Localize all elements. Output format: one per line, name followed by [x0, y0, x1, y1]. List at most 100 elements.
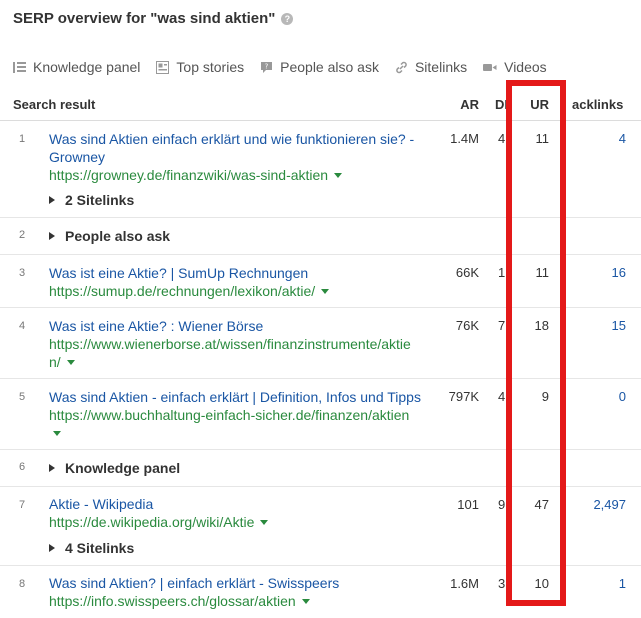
- svg-text:?: ?: [265, 62, 269, 70]
- result-url-text[interactable]: https://de.wikipedia.org/wiki/Aktie: [49, 514, 254, 530]
- triangle-right-icon: [49, 196, 55, 204]
- feature-label: Sitelinks: [414, 59, 468, 75]
- list-icon: [13, 61, 26, 73]
- result-url[interactable]: https://growney.de/finanzwiki/was-sind-a…: [49, 166, 429, 184]
- expand-label: 2 Sitelinks: [65, 192, 135, 208]
- result-url[interactable]: https://de.wikipedia.org/wiki/Aktie: [49, 513, 429, 531]
- cell-ur: 11: [535, 265, 550, 280]
- result-url[interactable]: https://sumup.de/rechnungen/lexikon/akti…: [49, 282, 429, 300]
- expand-label: 4 Sitelinks: [65, 540, 135, 556]
- header-ur[interactable]: UR: [530, 97, 549, 112]
- expand-label: Knowledge panel: [65, 460, 181, 476]
- caret-down-icon[interactable]: [66, 360, 75, 365]
- caret-down-icon[interactable]: [260, 520, 269, 525]
- page-title: SERP overview for "was sind aktien"?: [13, 10, 294, 27]
- cell-ur: 47: [534, 497, 549, 512]
- header-dr[interactable]: DR: [495, 97, 506, 112]
- result-title-link[interactable]: Was sind Aktien einfach erklärt und wie …: [49, 130, 429, 166]
- cell-ur: 10: [534, 576, 549, 591]
- newspaper-icon: [156, 60, 170, 74]
- table-row: 3 Was ist eine Aktie? | SumUp Rechnungen…: [0, 255, 641, 308]
- result-url[interactable]: https://www.wienerborse.at/wissen/finanz…: [49, 335, 421, 371]
- result-url[interactable]: https://www.buchhaltung-einfach-sicher.d…: [49, 406, 429, 442]
- cell-ar: 797K: [448, 389, 479, 404]
- serp-features-bar: Knowledge panel Top stories ? People als…: [13, 58, 563, 76]
- link-icon: [396, 61, 407, 73]
- row-number: 5: [19, 391, 26, 403]
- cell-ur: 9: [541, 389, 549, 404]
- cell-backlinks[interactable]: 2,497: [593, 497, 626, 512]
- table-row: 5 Was sind Aktien - einfach erklärt | De…: [0, 379, 641, 450]
- result-url-text[interactable]: https://info.swisspeers.ch/glossar/aktie…: [49, 593, 296, 609]
- cell-dr: 9: [498, 497, 506, 512]
- cell-ur: 11: [535, 131, 550, 146]
- cell-backlinks[interactable]: 16: [612, 265, 626, 280]
- page-title-text: SERP overview for "was sind aktien": [13, 10, 276, 27]
- cell-dr: 4: [498, 131, 506, 146]
- cell-backlinks[interactable]: 0: [619, 389, 626, 404]
- help-icon[interactable]: ?: [281, 13, 294, 25]
- caret-down-icon[interactable]: [321, 289, 330, 294]
- result-title-link[interactable]: Was ist eine Aktie? | SumUp Rechnungen: [49, 264, 429, 282]
- result-title-link[interactable]: Aktie - Wikipedia: [49, 495, 429, 513]
- result-url-text[interactable]: https://growney.de/finanzwiki/was-sind-a…: [49, 167, 328, 183]
- video-camera-icon: [483, 63, 497, 71]
- feature-label: Videos: [504, 59, 547, 75]
- feature-videos[interactable]: Videos: [483, 59, 547, 75]
- feature-top-stories[interactable]: Top stories: [156, 59, 244, 75]
- result-url-text[interactable]: https://sumup.de/rechnungen/lexikon/akti…: [49, 283, 315, 299]
- row-number: 3: [19, 267, 26, 279]
- cell-dr: 7: [498, 318, 506, 333]
- table-row: 8 Was sind Aktien? | einfach erklärt - S…: [0, 566, 641, 618]
- feature-knowledge-panel[interactable]: Knowledge panel: [13, 59, 140, 75]
- table-row: 1 Was sind Aktien einfach erklärt und wi…: [0, 121, 641, 218]
- row-number: 2: [19, 229, 26, 241]
- row-number: 6: [19, 461, 26, 473]
- triangle-right-icon: [49, 464, 55, 472]
- result-url-text[interactable]: https://www.buchhaltung-einfach-sicher.d…: [49, 407, 409, 423]
- header-search-result[interactable]: Search result: [13, 97, 95, 112]
- cell-backlinks[interactable]: 1: [619, 576, 626, 591]
- cell-ar: 1.6M: [450, 576, 479, 591]
- row-number: 7: [19, 499, 26, 511]
- feature-label: Knowledge panel: [33, 59, 141, 75]
- cell-ar: 101: [457, 497, 479, 512]
- result-title-link[interactable]: Was sind Aktien - einfach erklärt | Defi…: [49, 388, 429, 406]
- row-number: 4: [19, 320, 26, 332]
- expand-sitelinks[interactable]: 4 Sitelinks: [49, 540, 134, 556]
- header-ar[interactable]: AR: [460, 97, 479, 112]
- triangle-right-icon: [49, 544, 55, 552]
- feature-people-also-ask[interactable]: ? People also ask: [260, 59, 379, 75]
- expand-sitelinks[interactable]: 2 Sitelinks: [49, 192, 134, 208]
- table-row: 4 Was ist eine Aktie? : Wiener Börse htt…: [0, 308, 641, 379]
- expand-label: People also ask: [65, 228, 171, 244]
- feature-label: People also ask: [280, 59, 379, 75]
- cell-backlinks[interactable]: 4: [619, 131, 626, 146]
- header-backlinks[interactable]: acklinks: [572, 97, 623, 112]
- feature-label: Top stories: [176, 59, 245, 75]
- cell-backlinks[interactable]: 15: [612, 318, 626, 333]
- expand-knowledge-panel[interactable]: Knowledge panel: [49, 460, 180, 476]
- result-url-text[interactable]: https://www.wienerborse.at/wissen/finanz…: [49, 336, 411, 370]
- cell-ar: 1.4M: [450, 131, 479, 146]
- cell-ur: 18: [534, 318, 549, 333]
- table-row: 2 People also ask: [0, 218, 641, 255]
- result-title-link[interactable]: Was sind Aktien? | einfach erklärt - Swi…: [49, 574, 429, 592]
- cell-dr: 1: [498, 265, 506, 280]
- cell-dr: 3: [498, 576, 506, 591]
- triangle-right-icon: [49, 232, 55, 240]
- table-header: Search result AR DR UR acklinks: [0, 88, 641, 121]
- caret-down-icon[interactable]: [301, 599, 310, 604]
- result-title-link[interactable]: Was ist eine Aktie? : Wiener Börse: [49, 317, 429, 335]
- cell-ar: 66K: [455, 265, 479, 280]
- row-number: 8: [19, 578, 26, 590]
- feature-sitelinks[interactable]: Sitelinks: [395, 59, 467, 75]
- table-row: 7 Aktie - Wikipedia https://de.wikipedia…: [0, 487, 641, 566]
- caret-down-icon[interactable]: [334, 173, 343, 178]
- result-url[interactable]: https://info.swisspeers.ch/glossar/aktie…: [49, 592, 429, 610]
- cell-dr: 4: [498, 389, 506, 404]
- caret-down-icon[interactable]: [53, 431, 61, 436]
- row-number: 1: [19, 133, 26, 145]
- question-bubble-icon: ?: [261, 61, 273, 73]
- expand-people-also-ask[interactable]: People also ask: [49, 228, 170, 244]
